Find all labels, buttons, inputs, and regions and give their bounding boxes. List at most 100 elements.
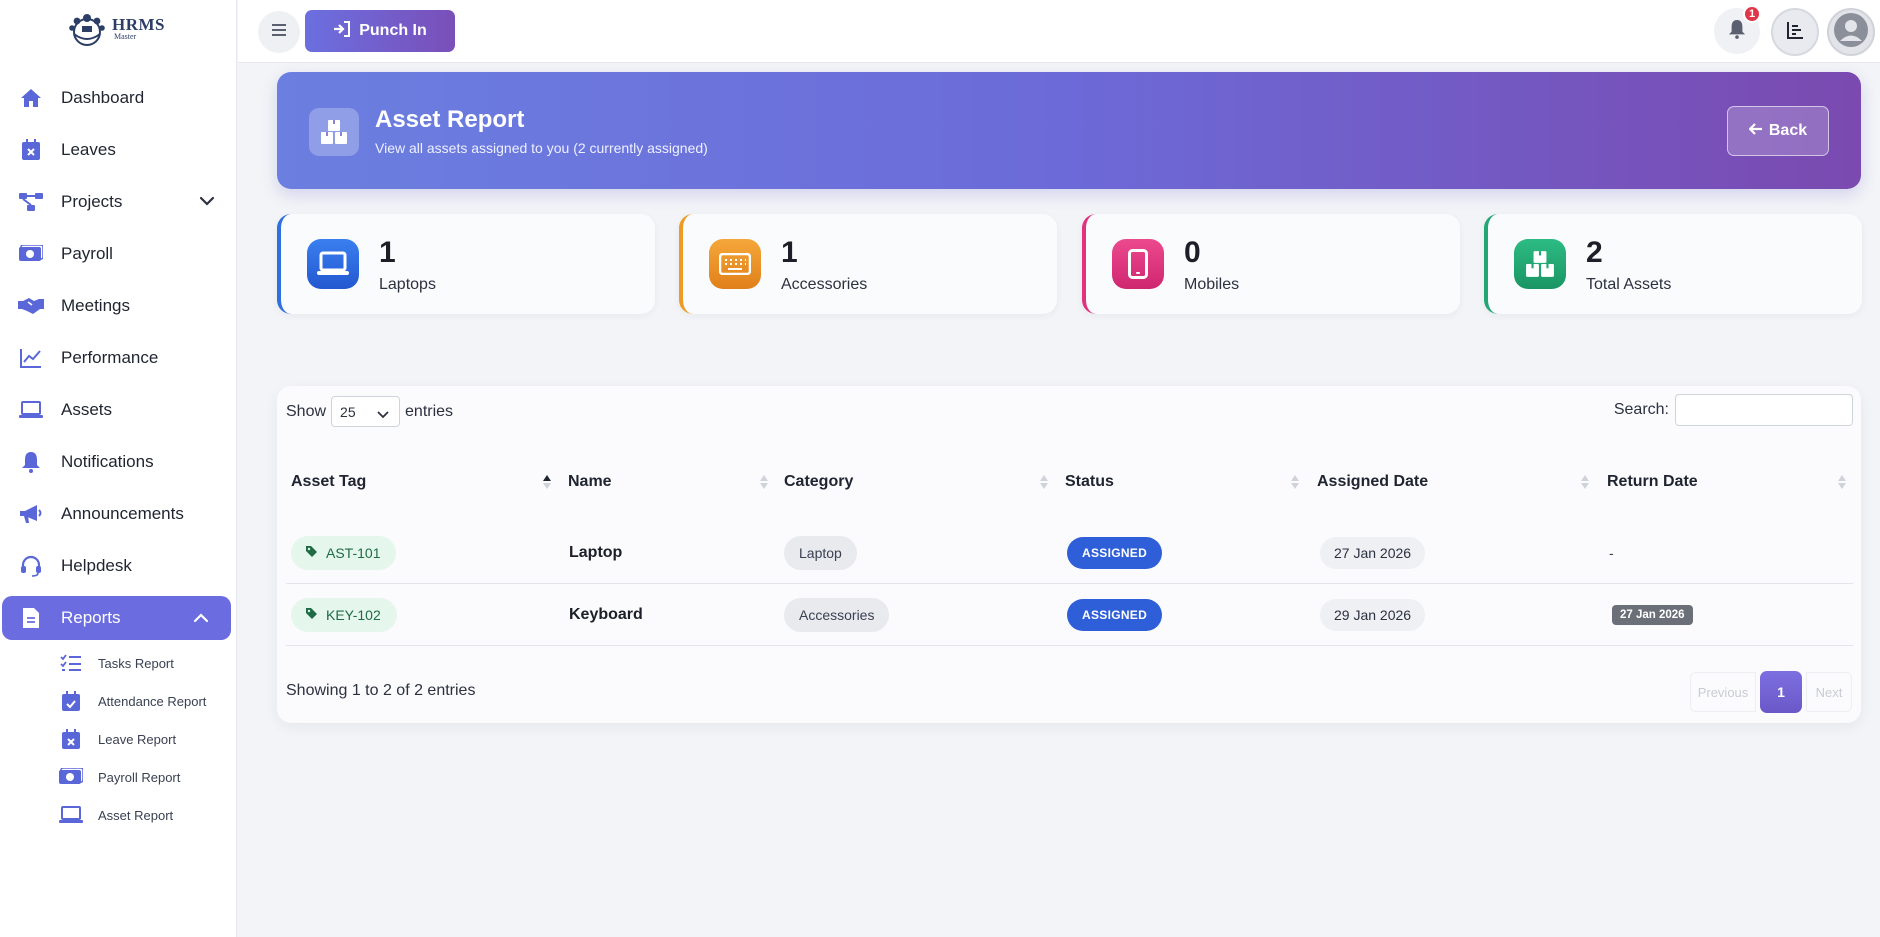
sidebar: HRMS Master Dashboard Leaves Projects Pa…: [0, 0, 237, 937]
sidebar-item-notifications[interactable]: Notifications: [0, 436, 237, 488]
stat-label: Accessories: [781, 276, 868, 293]
search-label: Search:: [1613, 401, 1669, 418]
submenu-item-label: Tasks Report: [98, 655, 174, 671]
asset-tag-pill: KEY-102: [291, 598, 397, 632]
sidebar-item-label: Performance: [61, 348, 159, 367]
submenu-item-payroll-report[interactable]: Payroll Report: [58, 758, 237, 796]
table-info: Showing 1 to 2 of 2 entries: [286, 682, 476, 699]
mobile-icon: [1112, 239, 1164, 289]
previous-page-button[interactable]: Previous: [1690, 672, 1756, 712]
punch-in-button[interactable]: Punch In: [305, 10, 455, 52]
category-pill: Laptop: [784, 536, 857, 570]
punch-in-label: Punch In: [359, 22, 427, 39]
column-header-status[interactable]: Status: [1065, 466, 1114, 498]
back-button[interactable]: Back: [1727, 106, 1829, 156]
sort-icon[interactable]: [1837, 474, 1847, 495]
column-header-category[interactable]: Category: [784, 466, 853, 498]
submenu-item-leave-report[interactable]: Leave Report: [58, 720, 237, 758]
submenu-item-label: Leave Report: [98, 731, 177, 747]
table-row: AST-101 Laptop Laptop ASSIGNED 27 Jan 20…: [286, 522, 1853, 584]
status-badge: ASSIGNED: [1067, 537, 1163, 569]
page-1-button[interactable]: 1: [1760, 671, 1802, 713]
page-subtitle: View all assets assigned to you (2 curre…: [375, 140, 708, 156]
next-page-button[interactable]: Next: [1806, 672, 1852, 712]
sidebar-item-projects[interactable]: Projects: [0, 176, 237, 228]
page-title: Asset Report: [375, 106, 525, 133]
sidebar-item-announcements[interactable]: Announcements: [0, 488, 237, 540]
stat-value: 1: [781, 236, 798, 269]
sidebar-item-label: Meetings: [61, 296, 130, 315]
tag-icon: [305, 607, 318, 623]
stat-card-accessories: 1 Accessories: [679, 214, 1057, 314]
user-icon: [1833, 12, 1869, 53]
top-bar: Punch In 1: [238, 0, 1880, 63]
notification-count-badge: 1: [1743, 5, 1761, 23]
stat-card-total-assets: 2 Total Assets: [1484, 214, 1862, 314]
calendar-check-icon: [58, 690, 84, 712]
task-list-icon: [58, 652, 84, 674]
laptop-icon: [58, 804, 84, 826]
sidebar-nav: Dashboard Leaves Projects Payroll Meetin…: [0, 72, 237, 834]
boxes-icon: [309, 108, 359, 156]
table-header-row: Asset Tag Name Category Status Assigned …: [286, 466, 1853, 498]
sidebar-item-helpdesk[interactable]: Helpdesk: [0, 540, 237, 592]
sort-icon[interactable]: [1580, 474, 1590, 495]
money-icon: [18, 241, 44, 267]
sidebar-item-label: Announcements: [61, 504, 184, 523]
page-header-banner: Asset Report View all assets assigned to…: [277, 72, 1861, 189]
sidebar-toggle-button[interactable]: [258, 11, 300, 53]
headset-icon: [18, 553, 44, 579]
submenu-item-asset-report[interactable]: Asset Report: [58, 796, 237, 834]
search-input[interactable]: [1675, 394, 1853, 426]
arrow-left-icon: [1748, 122, 1763, 140]
sidebar-item-payroll[interactable]: Payroll: [0, 228, 237, 280]
chevron-down-icon[interactable]: [199, 193, 215, 211]
sort-icon[interactable]: [759, 474, 769, 495]
assets-table-card: Show 25 entries Search: Asset Tag Name C…: [277, 386, 1861, 723]
sidebar-item-label: Assets: [61, 400, 113, 419]
calendar-x-icon: [18, 137, 44, 163]
app-logo[interactable]: HRMS Master: [66, 10, 165, 46]
back-label: Back: [1768, 122, 1808, 139]
entries-length-control: Show 25 entries: [286, 396, 453, 427]
column-header-assigned-date[interactable]: Assigned Date: [1317, 466, 1428, 498]
sort-icon[interactable]: [1290, 474, 1300, 495]
logo-subtitle: Master: [114, 31, 137, 41]
chevron-up-icon[interactable]: [193, 610, 209, 628]
sidebar-item-reports[interactable]: Reports: [2, 596, 231, 640]
column-header-name[interactable]: Name: [568, 466, 612, 498]
sidebar-item-meetings[interactable]: Meetings: [0, 280, 237, 332]
stat-card-mobiles: 0 Mobiles: [1082, 214, 1460, 314]
entries-select-value: 25: [340, 403, 356, 420]
sort-icon[interactable]: [1039, 474, 1049, 495]
sidebar-item-performance[interactable]: Performance: [0, 332, 237, 384]
asset-tag-text: AST-101: [326, 545, 381, 561]
sort-asc-icon[interactable]: [542, 474, 552, 495]
stat-label: Mobiles: [1184, 276, 1240, 293]
laptop-icon: [307, 239, 359, 289]
sidebar-item-label: Notifications: [61, 452, 154, 471]
logo-title: HRMS: [112, 14, 165, 34]
bell-icon: [18, 449, 44, 475]
column-header-return-date[interactable]: Return Date: [1607, 466, 1698, 498]
entries-label: entries: [405, 402, 454, 420]
submenu-item-label: Asset Report: [98, 807, 174, 823]
asset-name: Laptop: [569, 544, 623, 561]
submenu-item-attendance-report[interactable]: Attendance Report: [58, 682, 237, 720]
return-date: -: [1609, 545, 1614, 561]
sidebar-item-assets[interactable]: Assets: [0, 384, 237, 436]
assigned-date: 29 Jan 2026: [1320, 599, 1426, 631]
submenu-item-label: Attendance Report: [98, 693, 207, 709]
sidebar-item-dashboard[interactable]: Dashboard: [0, 72, 237, 124]
dashboard-stats-button[interactable]: [1771, 8, 1819, 56]
submenu-item-tasks-report[interactable]: Tasks Report: [58, 644, 237, 682]
calendar-x-icon: [58, 728, 84, 750]
user-avatar[interactable]: [1827, 8, 1875, 56]
hamburger-icon: [271, 23, 287, 42]
column-header-asset-tag[interactable]: Asset Tag: [291, 466, 366, 498]
sidebar-item-leaves[interactable]: Leaves: [0, 124, 237, 176]
asset-name: Keyboard: [569, 606, 643, 623]
entries-select[interactable]: 25: [331, 396, 401, 427]
bell-icon: [1728, 19, 1746, 44]
asset-tag-pill: AST-101: [291, 536, 397, 570]
